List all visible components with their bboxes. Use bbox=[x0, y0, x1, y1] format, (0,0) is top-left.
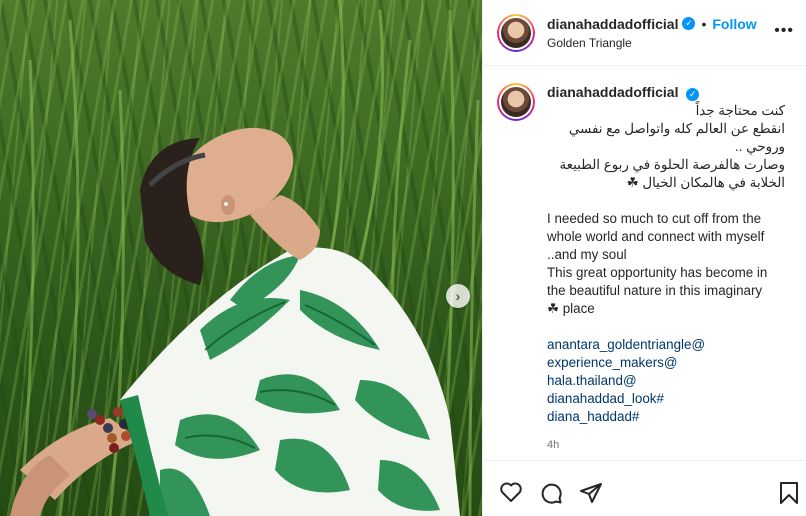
avatar-image bbox=[501, 17, 531, 48]
caption-arabic-line: الخلابة في هالمكان الخيال ☘ bbox=[626, 175, 785, 190]
hashtag-link[interactable]: diana_haddad# bbox=[547, 408, 795, 426]
follow-button[interactable]: Follow bbox=[712, 16, 756, 32]
caption-avatar-image bbox=[501, 87, 531, 117]
post-image[interactable]: › bbox=[0, 0, 482, 516]
verified-badge-icon: ✓ bbox=[682, 17, 696, 30]
more-options-icon[interactable]: ••• bbox=[774, 22, 794, 40]
header-row: dianahaddadofficial ✓ • Follow bbox=[547, 16, 757, 32]
caption-header: dianahaddadofficial ✓ bbox=[547, 83, 795, 102]
caption-arabic-text: كنت محتاجة جداً انقطع عن العالم كله واتو… bbox=[547, 102, 785, 192]
caption-english-line: whole world and connect with myself bbox=[547, 229, 765, 244]
caption-arabic-line: وصارت هالفرصة الحلوة في ربوع الطبيعة bbox=[559, 157, 785, 172]
carousel-next-button[interactable]: › bbox=[446, 284, 470, 308]
post-side-panel: dianahaddadofficial ✓ • Follow Golden Tr… bbox=[482, 0, 806, 516]
comments-section[interactable]: dianahaddadofficial ✓ كنت محتاجة جداً ان… bbox=[483, 67, 806, 459]
caption-english-line: the beautiful nature in this imaginary bbox=[547, 283, 763, 298]
caption-username-link[interactable]: dianahaddadofficial bbox=[547, 84, 678, 100]
hashtag-link[interactable]: dianahaddad_look# bbox=[547, 390, 795, 408]
caption-english-line: This great opportunity has become in bbox=[547, 265, 768, 280]
post-timestamp[interactable]: 4h bbox=[547, 436, 795, 454]
avatar-frame bbox=[499, 15, 533, 50]
avatar[interactable] bbox=[497, 13, 535, 52]
caption-arabic-line: انقطع عن العالم كله واتواصل مع نفسي bbox=[568, 121, 785, 136]
header-meta: dianahaddadofficial ✓ • Follow Golden Tr… bbox=[547, 16, 757, 50]
mention-link[interactable]: experience_makers@ bbox=[547, 354, 795, 372]
action-bar bbox=[483, 460, 806, 516]
separator-dot: • bbox=[701, 15, 707, 32]
share-icon[interactable] bbox=[579, 481, 603, 505]
caption-arabic-line: كنت محتاجة جداً bbox=[695, 103, 785, 118]
woman-figure-illustration bbox=[10, 0, 480, 516]
caption: dianahaddadofficial ✓ كنت محتاجة جداً ان… bbox=[497, 83, 806, 454]
verified-badge-icon: ✓ bbox=[686, 87, 700, 101]
caption-english-line: I needed so much to cut off from the bbox=[547, 211, 762, 226]
bookmark-icon[interactable] bbox=[779, 481, 799, 505]
post-header: dianahaddadofficial ✓ • Follow Golden Tr… bbox=[483, 0, 806, 66]
caption-avatar-frame bbox=[499, 85, 533, 119]
mention-link[interactable]: hala.thailand@ bbox=[547, 372, 795, 390]
username-link[interactable]: dianahaddadofficial bbox=[547, 16, 678, 32]
location-link[interactable]: Golden Triangle bbox=[547, 36, 757, 50]
caption-tags: anantara_goldentriangle@ experience_make… bbox=[547, 336, 795, 426]
mention-link[interactable]: anantara_goldentriangle@ bbox=[547, 336, 795, 354]
caption-english-line: ☘ place bbox=[547, 301, 595, 316]
caption-english-line: ..and my soul bbox=[547, 247, 627, 262]
caption-avatar[interactable] bbox=[497, 83, 535, 121]
comment-icon[interactable] bbox=[539, 481, 563, 505]
heart-icon[interactable] bbox=[499, 481, 523, 503]
caption-english-text: I needed so much to cut off from the who… bbox=[547, 210, 795, 318]
caption-arabic-line: وروحي .. bbox=[735, 139, 785, 154]
caption-body: dianahaddadofficial ✓ كنت محتاجة جداً ان… bbox=[547, 83, 795, 454]
